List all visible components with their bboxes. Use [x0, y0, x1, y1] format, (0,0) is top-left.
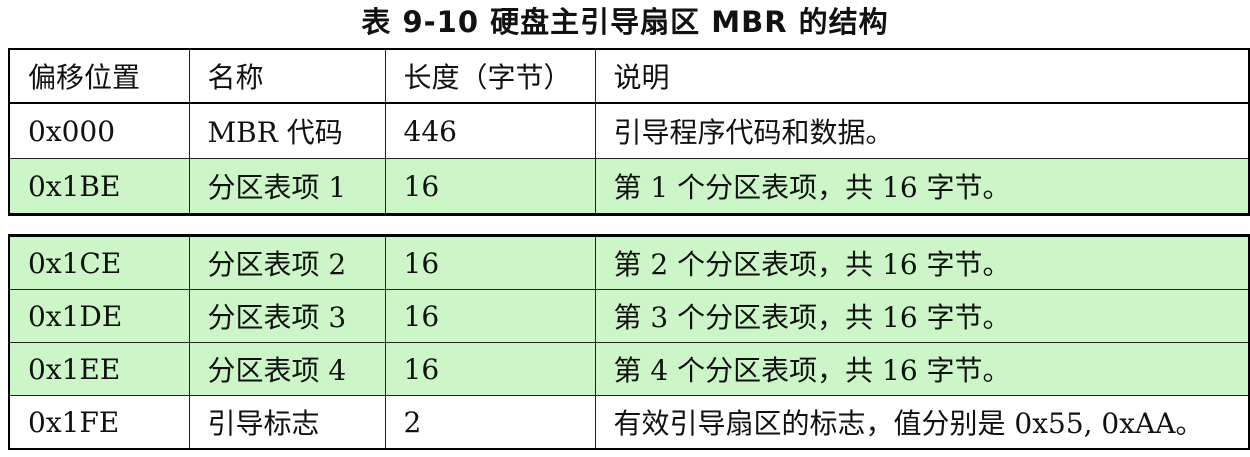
cell-name: MBR 代码	[188, 102, 386, 159]
cell-offset: 0x1BE	[8, 158, 190, 215]
cell-description: 第 2 个分区表项，共 16 字节。	[594, 235, 1250, 290]
table-caption: 表 9-10 硬盘主引导扇区 MBR 的结构	[361, 5, 889, 39]
cell-length: 16	[384, 289, 596, 343]
cell-offset: 0x000	[8, 102, 190, 159]
cell-name: 分区表项 2	[188, 235, 386, 290]
cell-length: 16	[384, 235, 596, 290]
cell-name: 引导标志	[188, 395, 386, 450]
column-header-length: 长度（字节）	[384, 48, 596, 104]
cell-offset: 0x1EE	[8, 342, 190, 396]
table-row: 0x1DE 分区表项 3 16 第 3 个分区表项，共 16 字节。	[8, 289, 1250, 343]
cell-name: 分区表项 4	[188, 342, 386, 396]
cell-description: 有效引导扇区的标志，值分别是 0x55, 0xAA。	[594, 395, 1250, 450]
table-row: 0x1EE 分区表项 4 16 第 4 个分区表项，共 16 字节。	[8, 342, 1250, 396]
cell-description: 引导程序代码和数据。	[594, 102, 1250, 159]
cell-length: 16	[384, 158, 596, 215]
table-row: 0x1BE 分区表项 1 16 第 1 个分区表项，共 16 字节。	[8, 158, 1250, 215]
cell-name: 分区表项 3	[188, 289, 386, 343]
cell-description: 第 1 个分区表项，共 16 字节。	[594, 158, 1250, 215]
cell-description: 第 3 个分区表项，共 16 字节。	[594, 289, 1250, 343]
table-row: 0x1CE 分区表项 2 16 第 2 个分区表项，共 16 字节。	[8, 235, 1250, 290]
cell-length: 16	[384, 342, 596, 396]
table-row: 0x1FE 引导标志 2 有效引导扇区的标志，值分别是 0x55, 0xAA。	[8, 395, 1250, 450]
column-header-offset: 偏移位置	[8, 48, 190, 104]
table-header-row: 偏移位置 名称 长度（字节） 说明	[8, 48, 1250, 104]
cell-offset: 0x1DE	[8, 289, 190, 343]
table-row: 0x000 MBR 代码 446 引导程序代码和数据。	[8, 102, 1250, 159]
cell-name: 分区表项 1	[188, 158, 386, 215]
cell-length: 2	[384, 395, 596, 450]
column-header-description: 说明	[594, 48, 1250, 104]
mbr-structure-table-part1: 偏移位置 名称 长度（字节） 说明 0x000 MBR 代码 446 引导程序代…	[8, 48, 1250, 216]
cell-offset: 0x1FE	[8, 395, 190, 450]
cell-offset: 0x1CE	[8, 235, 190, 290]
cell-length: 446	[384, 102, 596, 159]
column-header-name: 名称	[188, 48, 386, 104]
mbr-structure-table-part2: 0x1CE 分区表项 2 16 第 2 个分区表项，共 16 字节。 0x1DE…	[8, 234, 1250, 450]
cell-description: 第 4 个分区表项，共 16 字节。	[594, 342, 1250, 396]
